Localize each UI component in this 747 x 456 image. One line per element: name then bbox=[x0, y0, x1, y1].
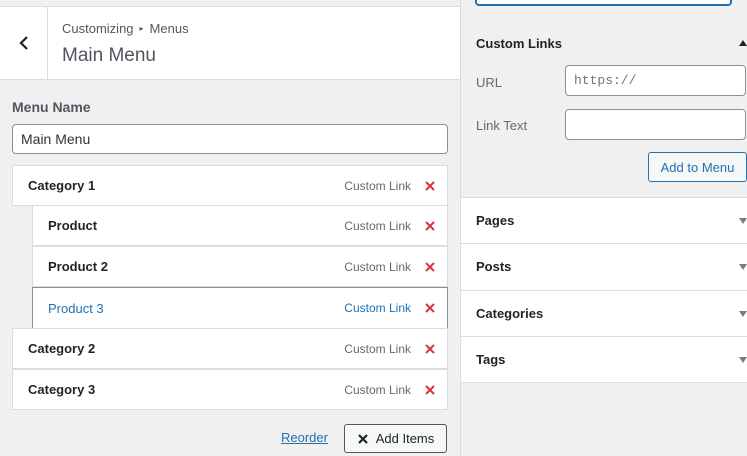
menu-item-type: Custom Link bbox=[344, 178, 411, 193]
menu-item-title: Category 3 bbox=[28, 382, 96, 397]
menu-item[interactable]: Product Custom Link bbox=[32, 205, 448, 246]
triangle-down-icon bbox=[739, 311, 747, 317]
page-title: Main Menu bbox=[62, 45, 156, 66]
add-items-label: Add Items bbox=[375, 431, 435, 446]
add-to-menu-button[interactable]: Add to Menu bbox=[648, 152, 747, 182]
delete-icon[interactable] bbox=[423, 219, 437, 233]
section-label: Pages bbox=[476, 213, 515, 228]
triangle-down-icon bbox=[739, 264, 747, 270]
menu-item-type: Custom Link bbox=[344, 301, 411, 315]
delete-icon[interactable] bbox=[423, 342, 437, 356]
menu-item-title: Product bbox=[48, 218, 98, 233]
delete-icon[interactable] bbox=[423, 383, 437, 397]
link-text-field[interactable] bbox=[565, 109, 746, 140]
breadcrumb: Customizing ▸ Menus bbox=[62, 21, 189, 36]
menu-item-type: Custom Link bbox=[344, 218, 411, 233]
close-icon bbox=[357, 433, 368, 444]
triangle-down-icon bbox=[739, 357, 747, 363]
triangle-up-icon bbox=[739, 40, 747, 46]
url-label: URL bbox=[476, 75, 503, 90]
breadcrumb-root: Customizing bbox=[62, 21, 134, 36]
section-categories[interactable]: Categories bbox=[461, 290, 747, 337]
menu-item-type: Custom Link bbox=[344, 382, 411, 397]
delete-icon[interactable] bbox=[423, 260, 437, 274]
section-posts[interactable]: Posts bbox=[461, 243, 747, 290]
menu-item-title: Category 2 bbox=[28, 341, 96, 356]
menu-name-label: Menu Name bbox=[12, 99, 91, 115]
menu-item-title: Category 1 bbox=[28, 178, 96, 193]
menu-item-active[interactable]: Product 3 Custom Link bbox=[32, 287, 448, 329]
menu-item-type: Custom Link bbox=[344, 341, 411, 356]
section-label: Posts bbox=[476, 259, 512, 274]
menu-item[interactable]: Category 3 Custom Link bbox=[12, 369, 448, 410]
reorder-link[interactable]: Reorder bbox=[281, 430, 328, 445]
panel-header: Customizing ▸ Menus Main Menu bbox=[0, 6, 460, 80]
breadcrumb-arrow-icon: ▸ bbox=[139, 24, 144, 33]
menu-item[interactable]: Product 2 Custom Link bbox=[32, 246, 448, 287]
menu-item-type: Custom Link bbox=[344, 259, 411, 274]
menu-item-title: Product 3 bbox=[48, 300, 104, 316]
add-items-button[interactable]: Add Items bbox=[344, 424, 447, 453]
section-label: Tags bbox=[476, 352, 506, 367]
delete-icon[interactable] bbox=[423, 301, 437, 315]
menu-item[interactable]: Category 1 Custom Link bbox=[12, 165, 448, 206]
breadcrumb-current: Menus bbox=[149, 21, 189, 36]
custom-links-header[interactable]: Custom Links bbox=[461, 20, 747, 66]
back-button[interactable] bbox=[0, 7, 48, 79]
add-items-panel: Custom Links URL Link Text Add to Menu P… bbox=[460, 0, 747, 456]
chevron-left-icon bbox=[18, 36, 28, 50]
menu-name-field[interactable] bbox=[12, 124, 448, 154]
menu-item[interactable]: Category 2 Custom Link bbox=[12, 328, 448, 369]
section-tags[interactable]: Tags bbox=[461, 336, 747, 383]
url-field[interactable] bbox=[565, 65, 746, 96]
section-label: Categories bbox=[476, 306, 544, 321]
triangle-down-icon bbox=[739, 218, 747, 224]
delete-icon[interactable] bbox=[423, 179, 437, 193]
section-pages[interactable]: Pages bbox=[461, 197, 747, 244]
menu-item-title: Product 2 bbox=[48, 259, 108, 274]
search-field-edge[interactable] bbox=[475, 0, 732, 6]
custom-links-title: Custom Links bbox=[476, 35, 562, 51]
link-text-label: Link Text bbox=[476, 118, 528, 133]
menu-editor-panel: Customizing ▸ Menus Main Menu Menu Name … bbox=[0, 0, 460, 456]
